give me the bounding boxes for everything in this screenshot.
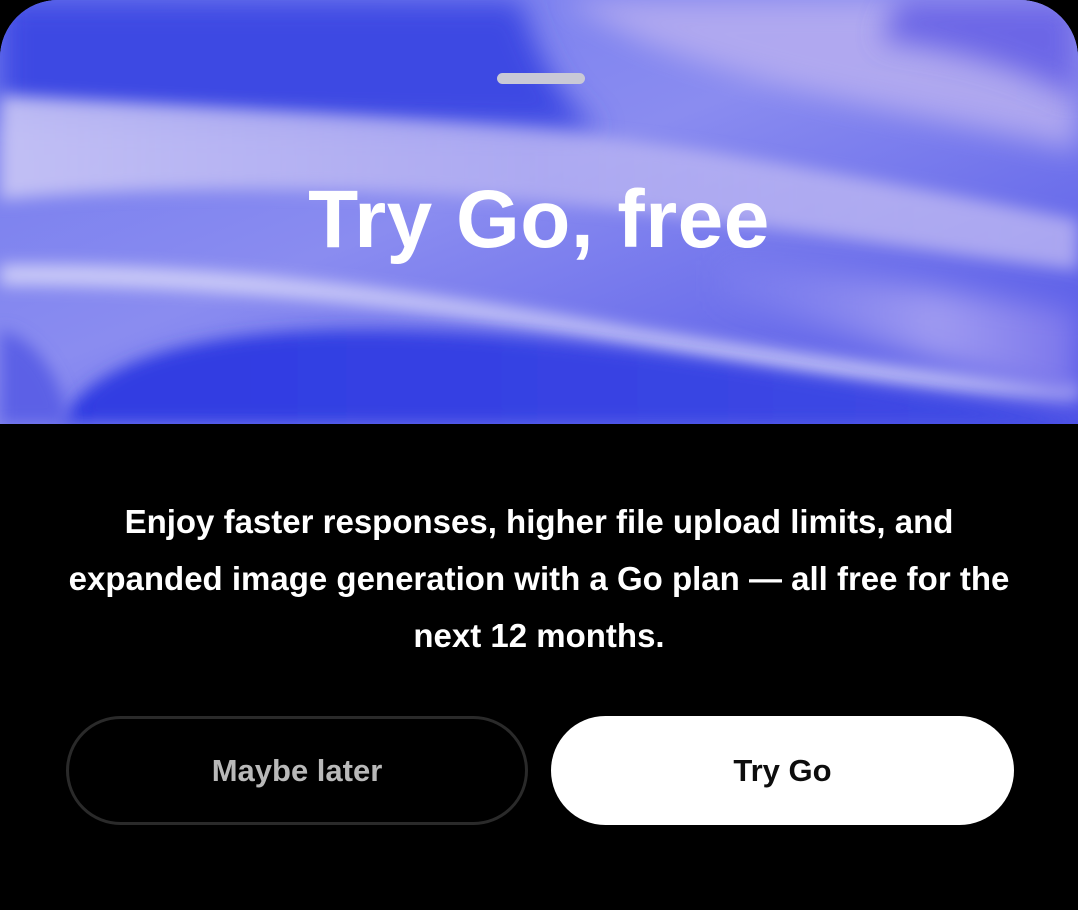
try-go-button[interactable]: Try Go xyxy=(551,716,1014,825)
hero-title: Try Go, free xyxy=(308,174,770,265)
drag-handle[interactable] xyxy=(497,73,585,84)
description-text: Enjoy faster responses, higher file uplo… xyxy=(68,503,1010,654)
maybe-later-button[interactable]: Maybe later xyxy=(66,716,528,825)
upgrade-bottom-sheet: Try Go, free Enjoy faster responses, hig… xyxy=(0,0,1078,910)
hero-banner: Try Go, free xyxy=(0,0,1078,424)
